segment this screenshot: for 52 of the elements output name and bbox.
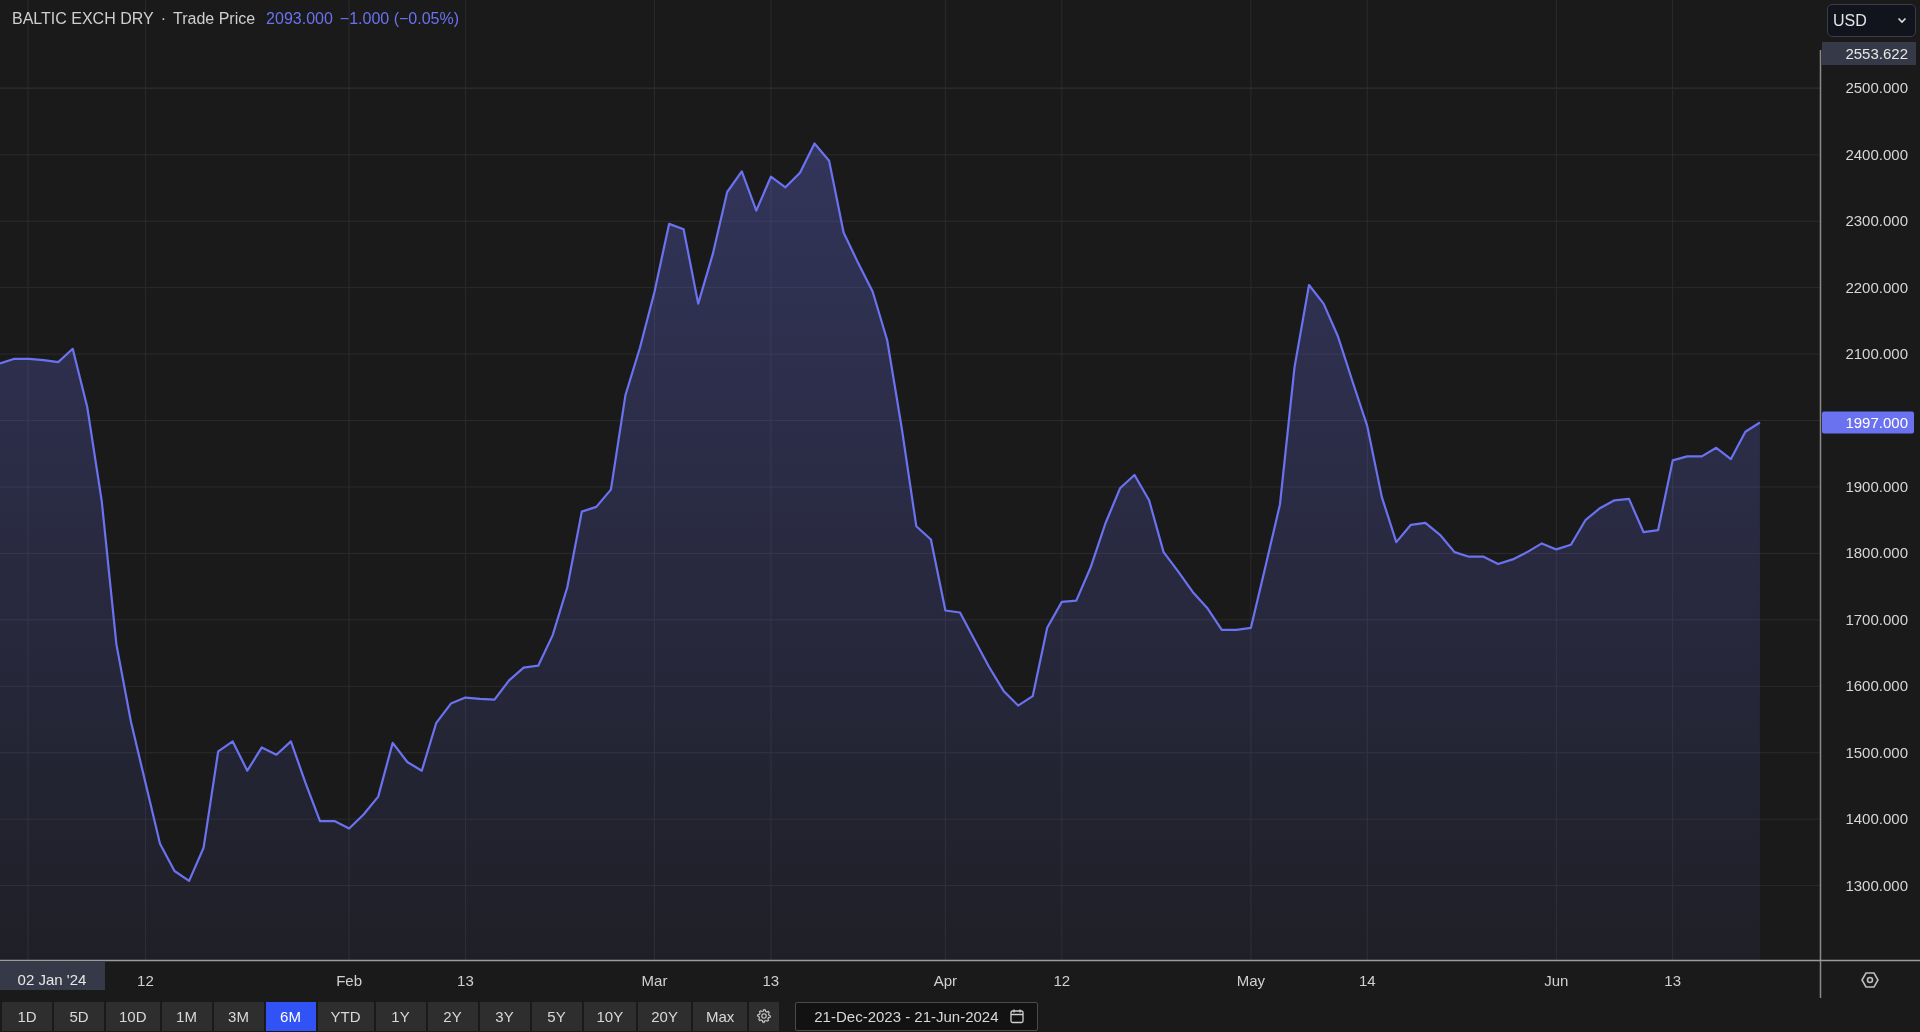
settings-icon[interactable] (1861, 972, 1879, 988)
series-label: Trade Price (173, 10, 256, 28)
last-price: 2093.000 (266, 10, 333, 28)
y-axis-label: 2200.000 (1845, 278, 1908, 296)
x-axis-label: Apr (933, 972, 958, 989)
last-price-label: 1997.000 (1822, 411, 1914, 434)
range-button[interactable]: 3Y (479, 1001, 530, 1031)
y-axis-label: 2500.000 (1845, 79, 1908, 97)
x-axis-label: Jun (1544, 972, 1569, 989)
y-axis-label: 1700.000 (1845, 610, 1908, 628)
y-axis-label: 1800.000 (1845, 544, 1908, 562)
range-button[interactable]: 1M (161, 1001, 212, 1031)
calendar-icon (1008, 1008, 1025, 1024)
y-axis-label: 2100.000 (1845, 345, 1908, 363)
symbol-name: BALTIC EXCH DRY (12, 10, 154, 28)
range-button[interactable]: 20Y (638, 1001, 691, 1031)
range-button[interactable]: Max (692, 1001, 748, 1031)
x-axis-label: 13 (1664, 972, 1681, 989)
y-axis-label: 2400.000 (1845, 145, 1908, 163)
range-button[interactable]: 3M (213, 1001, 264, 1031)
x-axis-label: 12 (137, 972, 154, 989)
y-axis-label: 1600.000 (1845, 677, 1908, 695)
x-axis-label: 12 (1053, 972, 1071, 989)
crosshair-date-label: 02 Jan '24 (0, 961, 105, 990)
x-axis-label: Mar (641, 972, 668, 989)
x-axis-label: May (1236, 972, 1266, 989)
range-button[interactable]: 2Y (427, 1001, 478, 1031)
date-range-button[interactable]: 21-Dec-2023 - 21-Jun-2024 (795, 1001, 1038, 1031)
range-button[interactable]: 1D (2, 1001, 52, 1031)
settings-button[interactable] (749, 1001, 780, 1031)
gear-icon (756, 1008, 773, 1024)
y-axis-label: 1400.000 (1845, 810, 1908, 828)
range-button[interactable]: 10Y (583, 1001, 637, 1031)
separator: · (160, 10, 166, 28)
range-button[interactable]: 5Y (531, 1001, 582, 1031)
x-axis-label: 14 (1358, 972, 1376, 989)
range-button[interactable]: 1Y (375, 1001, 426, 1031)
y-axis-label: 1300.000 (1845, 876, 1908, 894)
range-button[interactable]: 10D (106, 1001, 160, 1031)
x-axis-label: Feb (336, 972, 362, 989)
chevron-down-icon (1897, 17, 1907, 24)
x-axis-label: 13 (457, 972, 474, 989)
crosshair-price-label: 2553.622 (1822, 42, 1916, 65)
x-axis-label: 13 (762, 972, 780, 989)
range-button[interactable]: YTD (317, 1001, 374, 1031)
range-button[interactable]: 6M (265, 1001, 316, 1031)
y-axis-label: 2300.000 (1845, 212, 1908, 230)
y-axis-label: 1900.000 (1845, 478, 1908, 495)
price-change: −1.000 (−0.05%) (339, 10, 460, 28)
currency-select[interactable]: USD (1827, 4, 1916, 37)
range-button[interactable]: 5D (54, 1001, 104, 1031)
y-axis-label: 1500.000 (1845, 743, 1908, 761)
